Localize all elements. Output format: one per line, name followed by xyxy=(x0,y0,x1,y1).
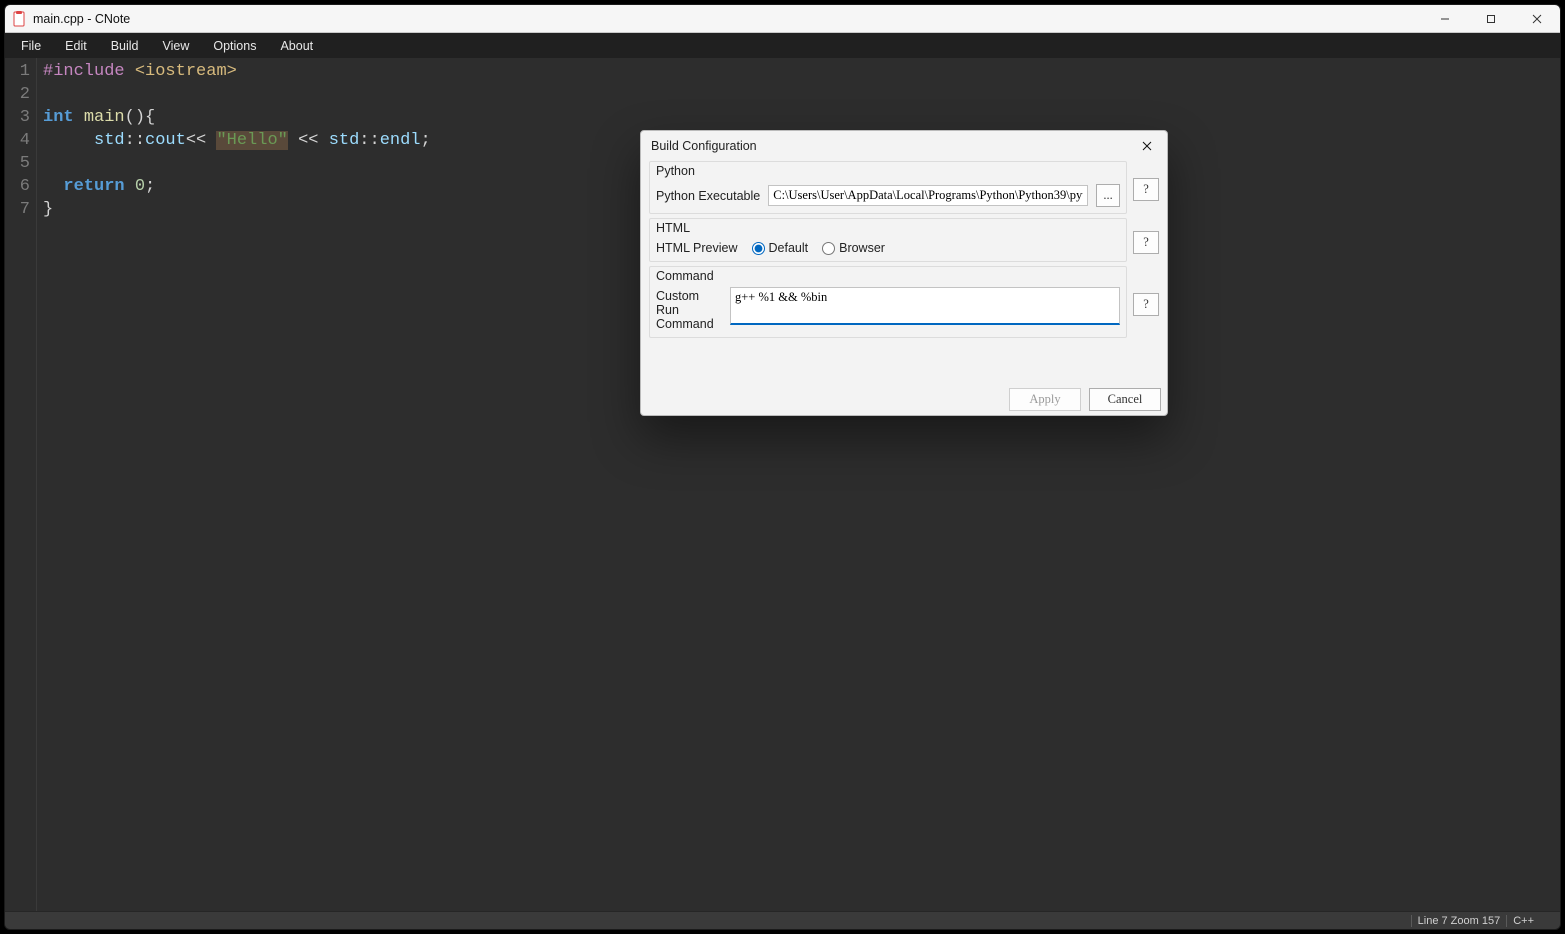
maximize-button[interactable] xyxy=(1468,5,1514,33)
menubar: File Edit Build View Options About xyxy=(5,33,1560,58)
build-config-dialog: Build Configuration Python Python Execut… xyxy=(640,130,1168,416)
dialog-titlebar[interactable]: Build Configuration xyxy=(641,131,1167,161)
apply-button[interactable]: Apply xyxy=(1009,388,1081,411)
html-group: HTML HTML Preview Default Browser xyxy=(649,218,1127,262)
html-preview-label: HTML Preview xyxy=(656,241,738,255)
html-legend: HTML xyxy=(656,221,1120,235)
html-preview-default[interactable]: Default xyxy=(752,241,809,255)
gutter-line: 1 xyxy=(5,60,36,83)
menu-edit[interactable]: Edit xyxy=(53,33,99,58)
gutter-line: 7 xyxy=(5,198,36,221)
gutter-line: 2 xyxy=(5,83,36,106)
menu-view[interactable]: View xyxy=(151,33,202,58)
python-exe-label: Python Executable xyxy=(656,189,760,203)
status-line-zoom: Line 7 Zoom 157 xyxy=(1411,915,1507,927)
gutter-line: 5 xyxy=(5,152,36,175)
dialog-close-button[interactable] xyxy=(1127,131,1167,161)
custom-run-input[interactable] xyxy=(730,287,1120,325)
gutter-line: 4 xyxy=(5,129,36,152)
python-exe-input[interactable] xyxy=(768,185,1088,206)
python-legend: Python xyxy=(656,164,1120,178)
window-title: main.cpp - CNote xyxy=(33,12,130,26)
app-icon xyxy=(11,11,27,27)
dialog-title: Build Configuration xyxy=(651,139,757,153)
minimize-button[interactable] xyxy=(1422,5,1468,33)
radio-default[interactable] xyxy=(752,242,765,255)
main-titlebar[interactable]: main.cpp - CNote xyxy=(5,5,1560,33)
statusbar: Line 7 Zoom 157 C++ xyxy=(5,911,1560,929)
command-legend: Command xyxy=(656,269,1120,283)
window-close-button[interactable] xyxy=(1514,5,1560,33)
python-browse-button[interactable]: ... xyxy=(1096,184,1120,207)
command-help-button[interactable]: ? xyxy=(1133,293,1159,316)
gutter-line: 3 xyxy=(5,106,36,129)
html-preview-browser[interactable]: Browser xyxy=(822,241,885,255)
python-help-button[interactable]: ? xyxy=(1133,178,1159,201)
custom-run-label: Custom Run Command xyxy=(656,287,724,331)
menu-file[interactable]: File xyxy=(9,33,53,58)
python-group: Python Python Executable ... xyxy=(649,161,1127,214)
gutter-line: 6 xyxy=(5,175,36,198)
resize-grip[interactable] xyxy=(1540,912,1554,929)
radio-browser[interactable] xyxy=(822,242,835,255)
dialog-button-row: Apply Cancel xyxy=(641,384,1167,415)
menu-build[interactable]: Build xyxy=(99,33,151,58)
menu-about[interactable]: About xyxy=(268,33,325,58)
status-language: C++ xyxy=(1506,915,1540,927)
html-help-button[interactable]: ? xyxy=(1133,231,1159,254)
line-gutter: 1 2 3 4 5 6 7 xyxy=(5,58,37,911)
menu-options[interactable]: Options xyxy=(201,33,268,58)
command-group: Command Custom Run Command xyxy=(649,266,1127,338)
cancel-button[interactable]: Cancel xyxy=(1089,388,1161,411)
